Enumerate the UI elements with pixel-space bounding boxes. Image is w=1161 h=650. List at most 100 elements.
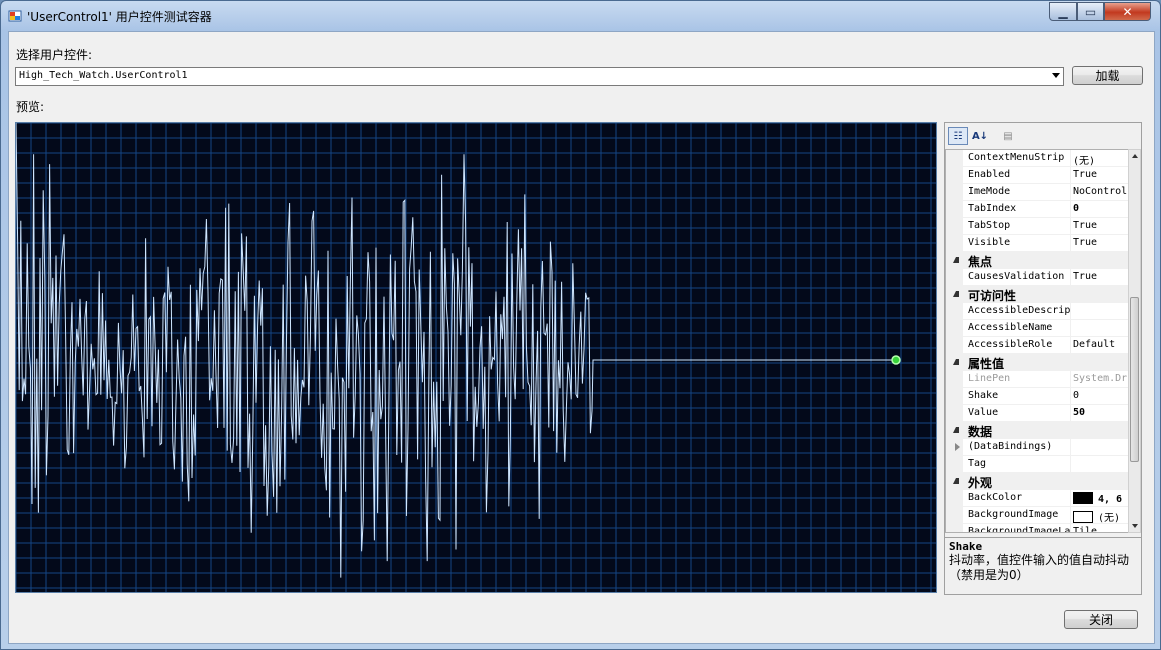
property-value[interactable]: 0 bbox=[1073, 390, 1127, 401]
category-name: 焦点 bbox=[968, 255, 993, 269]
column-separator bbox=[1070, 371, 1071, 388]
row-gutter bbox=[946, 371, 963, 388]
property-value[interactable]: True bbox=[1073, 237, 1127, 248]
property-value[interactable]: (无) bbox=[1073, 509, 1127, 524]
property-value-text: (无) bbox=[1098, 513, 1121, 524]
property-row[interactable]: TabIndex 0 bbox=[946, 201, 1128, 218]
property-category[interactable]: 属性值 bbox=[946, 354, 1128, 371]
property-list[interactable]: ContextMenuStrip (无) Enabled True ImeMode NoC… bbox=[945, 149, 1129, 533]
row-gutter bbox=[946, 456, 963, 473]
property-row[interactable]: AccessibleDescription bbox=[946, 303, 1128, 320]
property-row[interactable]: ContextMenuStrip (无) bbox=[946, 150, 1128, 167]
collapse-triangle-icon[interactable] bbox=[953, 291, 959, 297]
row-gutter bbox=[946, 235, 963, 252]
property-row[interactable]: Tag bbox=[946, 456, 1128, 473]
scroll-down-icon[interactable] bbox=[1132, 524, 1138, 528]
column-separator bbox=[1070, 184, 1071, 201]
property-row[interactable]: LinePen System.Drawing.Pen bbox=[946, 371, 1128, 388]
property-value[interactable]: 4, 6 bbox=[1073, 492, 1127, 505]
property-name: Tag bbox=[968, 458, 987, 469]
property-value-text: 4, 6 bbox=[1098, 494, 1123, 505]
property-value-text: 50 bbox=[1073, 407, 1086, 418]
property-value-text: 0 bbox=[1073, 203, 1080, 214]
help-line: （禁用是为0） bbox=[949, 568, 1029, 582]
property-value[interactable]: (无) bbox=[1073, 152, 1127, 167]
collapse-triangle-icon[interactable] bbox=[953, 478, 959, 484]
property-grid[interactable]: ☷ A↓ ▤ ContextMenuStrip (无) Enabled True Ime… bbox=[944, 122, 1142, 595]
column-separator bbox=[1070, 201, 1071, 218]
row-gutter bbox=[946, 269, 963, 286]
property-category[interactable]: 焦点 bbox=[946, 252, 1128, 269]
property-name: BackgroundImage bbox=[968, 509, 1059, 520]
property-value[interactable]: 50 bbox=[1073, 407, 1127, 418]
color-swatch bbox=[1073, 511, 1093, 523]
app-icon bbox=[8, 10, 22, 22]
property-row[interactable]: ImeMode NoControl bbox=[946, 184, 1128, 201]
row-gutter bbox=[946, 405, 963, 422]
property-name: TabIndex bbox=[968, 203, 1017, 214]
property-row[interactable]: Enabled True bbox=[946, 167, 1128, 184]
load-button[interactable]: 加载 bbox=[1072, 66, 1143, 85]
row-gutter bbox=[946, 218, 963, 235]
property-value[interactable]: NoControl bbox=[1073, 186, 1127, 197]
property-value[interactable]: 0 bbox=[1073, 203, 1127, 214]
close-button[interactable]: 关闭 bbox=[1064, 610, 1138, 629]
property-list-scrollbar[interactable] bbox=[1128, 149, 1141, 533]
column-separator bbox=[1070, 167, 1071, 184]
help-description: 抖动率，值控件输入的值自动抖动 （禁用是为0） bbox=[949, 553, 1137, 583]
property-category[interactable]: 数据 bbox=[946, 422, 1128, 439]
property-name: AccessibleName bbox=[968, 322, 1053, 333]
help-title: Shake bbox=[949, 540, 983, 553]
column-separator bbox=[1070, 150, 1071, 167]
column-separator bbox=[1070, 303, 1071, 320]
property-value[interactable]: True bbox=[1073, 271, 1127, 282]
property-pages-icon[interactable]: ▤ bbox=[998, 127, 1018, 145]
expand-triangle-icon[interactable] bbox=[955, 443, 960, 451]
collapse-triangle-icon[interactable] bbox=[953, 257, 959, 263]
row-gutter bbox=[946, 490, 963, 507]
categorized-icon[interactable]: ☷ bbox=[948, 127, 968, 145]
property-row[interactable]: (DataBindings) bbox=[946, 439, 1128, 456]
scroll-up-icon[interactable] bbox=[1132, 154, 1138, 158]
property-row[interactable]: BackgroundImage (无) bbox=[946, 507, 1128, 524]
property-value[interactable]: True bbox=[1073, 220, 1127, 231]
property-row[interactable]: Visible True bbox=[946, 235, 1128, 252]
scroll-thumb[interactable] bbox=[1130, 297, 1139, 462]
property-row[interactable]: TabStop True bbox=[946, 218, 1128, 235]
close-icon: ✕ bbox=[1122, 4, 1133, 19]
property-value[interactable]: Default bbox=[1073, 339, 1127, 350]
property-row[interactable]: BackColor 4, 6 bbox=[946, 490, 1128, 507]
column-separator bbox=[1070, 456, 1071, 473]
property-value[interactable]: True bbox=[1073, 169, 1127, 180]
alphabetical-icon[interactable]: A↓ bbox=[970, 127, 990, 145]
property-value-text: True bbox=[1073, 169, 1098, 180]
property-row[interactable]: Shake 0 bbox=[946, 388, 1128, 405]
collapse-triangle-icon[interactable] bbox=[953, 359, 959, 365]
column-separator bbox=[1070, 337, 1071, 354]
select-control-label: 选择用户控件: bbox=[16, 48, 93, 62]
test-container-window: 'UserControl1' 用户控件测试容器 ▁ ▭ ✕ 选择用户控件: Hi… bbox=[0, 0, 1161, 650]
maximize-button[interactable]: ▭ bbox=[1077, 2, 1104, 21]
property-value-text: Default bbox=[1073, 339, 1116, 350]
property-value-text: True bbox=[1073, 271, 1098, 282]
collapse-triangle-icon[interactable] bbox=[953, 427, 959, 433]
preview-panel bbox=[15, 122, 937, 593]
property-value[interactable]: System.Drawing.Pen bbox=[1073, 373, 1127, 384]
column-separator bbox=[1070, 507, 1071, 524]
property-value[interactable]: Tile bbox=[1073, 526, 1127, 532]
title-bar[interactable]: 'UserControl1' 用户控件测试容器 ▁ ▭ ✕ bbox=[1, 1, 1160, 31]
control-select[interactable]: High_Tech_Watch.UserControl1 bbox=[15, 67, 1064, 86]
property-row[interactable]: Value 50 bbox=[946, 405, 1128, 422]
property-name: TabStop bbox=[968, 220, 1011, 231]
close-window-button[interactable]: ✕ bbox=[1104, 2, 1151, 21]
property-name: CausesValidation bbox=[968, 271, 1065, 282]
property-row[interactable]: CausesValidation True bbox=[946, 269, 1128, 286]
row-gutter bbox=[946, 337, 963, 354]
minimize-button[interactable]: ▁ bbox=[1049, 2, 1077, 21]
property-category[interactable]: 外观 bbox=[946, 473, 1128, 490]
property-category[interactable]: 可访问性 bbox=[946, 286, 1128, 303]
dropdown-arrow-icon[interactable] bbox=[1052, 73, 1060, 78]
property-row[interactable]: AccessibleRole Default bbox=[946, 337, 1128, 354]
property-row[interactable]: AccessibleName bbox=[946, 320, 1128, 337]
property-row[interactable]: BackgroundImageLayoutTile bbox=[946, 524, 1128, 532]
